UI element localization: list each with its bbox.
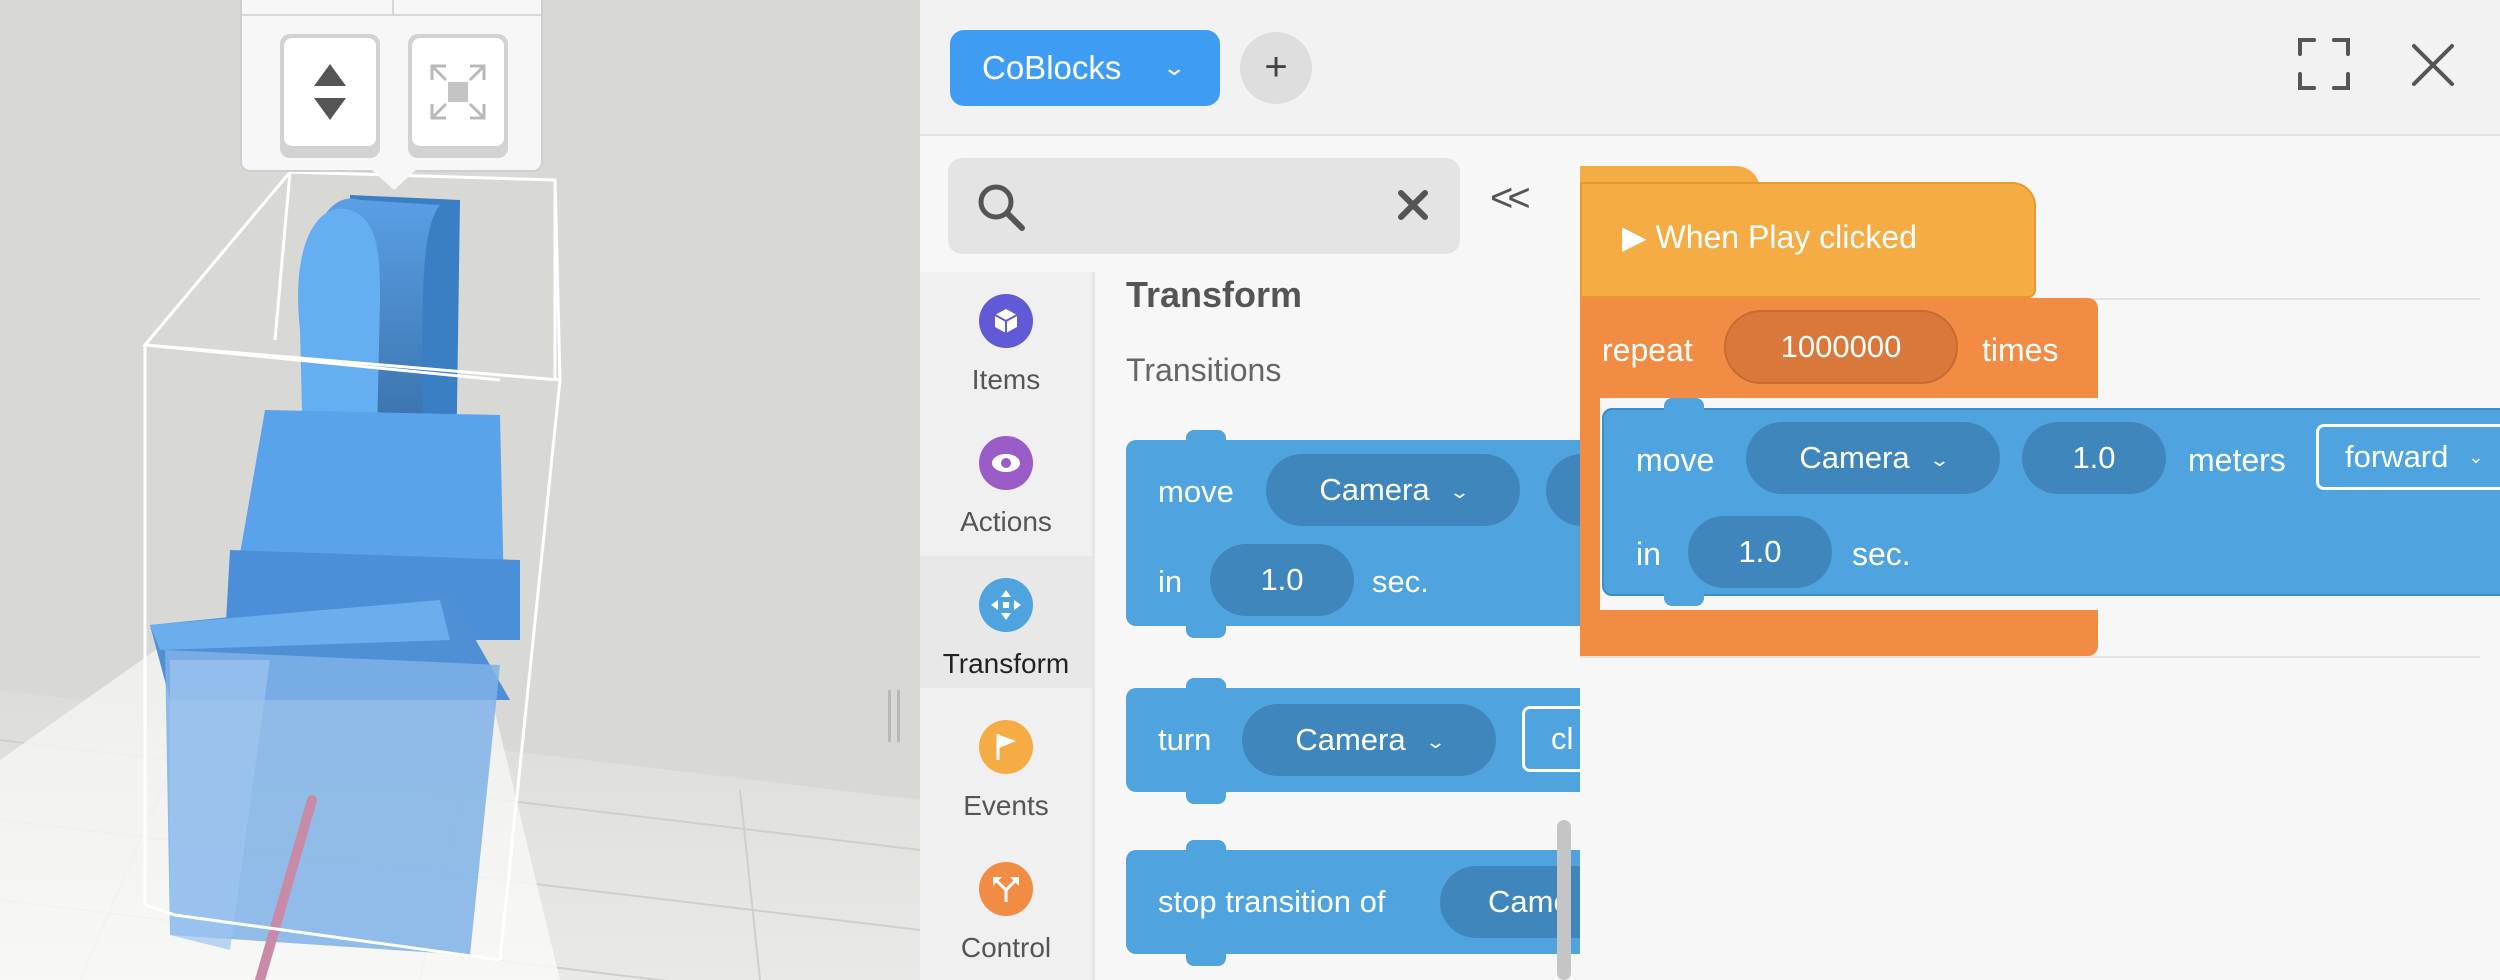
in-label: in <box>1636 536 1661 572</box>
turn-direction-value: cl <box>1551 721 1574 756</box>
block-notch <box>1186 840 1226 854</box>
move-vertical-button[interactable] <box>280 34 380 158</box>
block-search <box>948 158 1460 254</box>
fork-arrows-icon <box>979 862 1033 916</box>
chevron-down-icon: ⌄ <box>1424 731 1446 752</box>
category-label: Actions <box>960 506 1052 537</box>
project-selector-button[interactable]: CoBlocks ⌄ <box>950 30 1220 106</box>
hat-block-label: ▶ When Play clicked <box>1622 219 1917 255</box>
subsection-title: Transitions <box>1126 352 1282 388</box>
times-label: times <box>1982 332 2059 368</box>
chevron-down-icon: ⌄ <box>1448 481 1470 502</box>
turn-target-dropdown[interactable]: Camera ⌄ <box>1242 704 1496 776</box>
turn-target-value: Camera <box>1295 722 1406 757</box>
move-target-value: Camera <box>1799 440 1910 475</box>
category-events[interactable]: Events <box>920 698 1092 830</box>
category-label: Transform <box>942 648 1070 679</box>
category-divider <box>1092 272 1095 980</box>
fullscreen-icon <box>2298 38 2350 90</box>
when-play-clicked-block[interactable]: ▶ When Play clicked <box>1580 182 2036 298</box>
code-panel-header: CoBlocks ⌄ + <box>920 0 2500 136</box>
turn-verb: turn <box>1158 722 1212 757</box>
flag-icon <box>979 720 1033 774</box>
move-distance-field[interactable] <box>1546 454 1580 526</box>
repeat-label: repeat <box>1602 332 1693 368</box>
code-panel: CoBlocks ⌄ + << Items Actions Transform … <box>888 0 2500 980</box>
block-notch <box>1664 592 1704 606</box>
palette-turn-block[interactable]: turn Camera ⌄ cl <box>1126 678 1580 804</box>
category-label: Items <box>971 364 1041 395</box>
category-actions[interactable]: Actions <box>920 414 1092 546</box>
close-button[interactable] <box>2410 42 2456 88</box>
search-input[interactable] <box>1038 178 1358 234</box>
expand-arrows-icon <box>430 64 486 120</box>
section-title: Transform <box>1126 274 1303 315</box>
tool-tabs <box>242 0 541 16</box>
block-notch <box>1186 952 1226 966</box>
panel-resize-handle[interactable] <box>888 690 900 742</box>
move-direction-value: forward <box>2345 439 2449 474</box>
sec-label: sec. <box>1852 536 1911 572</box>
move-duration-field[interactable]: 1.0 <box>1688 516 1832 588</box>
hat-block-text: When Play clicked <box>1655 219 1917 255</box>
turn-direction-dropdown[interactable]: cl <box>1522 706 1580 772</box>
scale-tool-button-face <box>412 38 504 146</box>
up-down-arrows-icon <box>314 64 346 120</box>
move-target-dropdown[interactable]: Camera ⌄ <box>1746 422 2000 494</box>
eye-icon <box>979 436 1033 490</box>
add-project-button[interactable]: + <box>1240 32 1312 104</box>
clear-search-icon[interactable] <box>1396 188 1430 222</box>
move-verb: move <box>1636 442 1715 478</box>
move-verb: move <box>1158 474 1234 509</box>
3d-viewport[interactable] <box>0 0 920 980</box>
stop-transition-label: stop transition of <box>1158 884 1386 919</box>
palette-blocks: Transform Transitions move Camera ⌄ in 1… <box>1096 272 1580 980</box>
block-notch <box>1664 398 1704 412</box>
duration-field[interactable]: 1.0 <box>1210 544 1354 616</box>
block-notch <box>1186 678 1226 692</box>
transform-tool-popover <box>240 0 543 190</box>
palette-stop-transition-block[interactable]: stop transition of Came <box>1126 840 1580 966</box>
script-canvas[interactable]: ▶ When Play clicked repeat 1000000 times… <box>1580 136 2500 980</box>
in-label: in <box>1158 564 1183 599</box>
sec-label: sec. <box>1372 564 1429 599</box>
move-direction-dropdown[interactable]: forward ⌄ <box>2316 424 2500 490</box>
script-move-block[interactable]: move Camera ⌄ 1.0 meters forward ⌄ in 1.… <box>1602 398 2500 606</box>
move-arrows-icon <box>979 578 1033 632</box>
palette-move-block[interactable]: move Camera ⌄ in 1.0 sec. <box>1126 430 1580 638</box>
scale-tool-button[interactable] <box>408 34 508 158</box>
close-icon <box>2412 44 2454 86</box>
move-distance-field[interactable]: 1.0 <box>2022 422 2166 494</box>
cube-icon <box>979 294 1033 348</box>
project-selector-label: CoBlocks <box>982 49 1122 86</box>
category-label: Events <box>963 790 1049 821</box>
palette-scrollbar[interactable] <box>1557 820 1571 980</box>
chevron-down-icon: ⌄ <box>1162 55 1187 80</box>
search-icon <box>978 184 1025 231</box>
chevron-down-icon: ⌄ <box>1928 449 1950 470</box>
category-items[interactable]: Items <box>920 272 1092 404</box>
chevron-down-icon: ⌄ <box>2468 446 2484 467</box>
category-label: Control <box>960 932 1052 963</box>
collapse-palette-button[interactable]: << <box>1490 176 1531 221</box>
block-palette: << Items Actions Transform Events Contro… <box>920 136 1580 980</box>
block-notch <box>1186 430 1226 444</box>
category-transform[interactable]: Transform <box>920 556 1092 688</box>
popover-pointer <box>372 170 416 190</box>
block-notch <box>1186 624 1226 638</box>
canvas-guide-line <box>1580 656 2480 658</box>
move-vertical-button-face <box>284 38 376 146</box>
fullscreen-button[interactable] <box>2298 38 2350 90</box>
category-list: Items Actions Transform Events Control <box>920 272 1092 980</box>
category-control[interactable]: Control <box>920 840 1092 972</box>
move-target-value: Camera <box>1319 472 1430 507</box>
move-target-dropdown[interactable]: Camera ⌄ <box>1266 454 1520 526</box>
meters-label: meters <box>2188 442 2286 478</box>
block-notch <box>1186 790 1226 804</box>
repeat-count-field[interactable]: 1000000 <box>1724 310 1958 384</box>
